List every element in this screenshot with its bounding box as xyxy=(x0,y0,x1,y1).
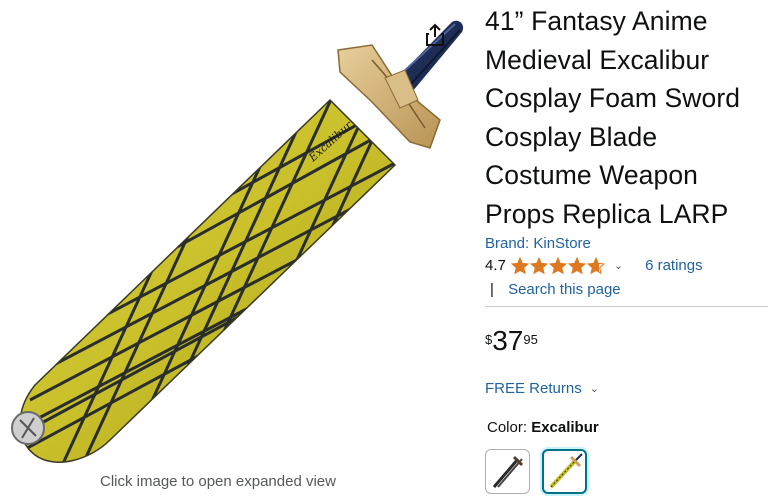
product-image-area[interactable]: Excalibur Click image to open expanded v… xyxy=(0,0,478,502)
product-title: 41” Fantasy Anime Medieval Excalibur Cos… xyxy=(485,6,741,229)
color-label: Color: xyxy=(487,418,528,436)
excalibur-sword-thumbnail-icon xyxy=(549,453,583,489)
price-fraction: 95 xyxy=(523,331,538,347)
color-selection-label: Color: Excalibur xyxy=(485,419,768,436)
separator: | xyxy=(490,280,494,298)
star-icon xyxy=(529,256,548,274)
color-swatch-excalibur[interactable] xyxy=(542,448,587,494)
star-icon xyxy=(510,256,529,274)
free-returns-link[interactable]: FREE Returns ⌄ xyxy=(485,380,768,397)
dark-sword-thumbnail-icon xyxy=(492,456,523,489)
search-this-page-link[interactable]: Search this page xyxy=(508,281,621,298)
color-value: Excalibur xyxy=(531,418,599,436)
product-image[interactable]: Excalibur xyxy=(0,0,478,470)
star-rating[interactable] xyxy=(510,256,605,275)
share-button[interactable] xyxy=(421,21,449,49)
chevron-down-icon[interactable]: ⌄ xyxy=(614,259,623,272)
rating-value: 4.7 xyxy=(485,257,506,275)
ratings-count-link[interactable]: 6 ratings xyxy=(645,257,703,274)
star-icon xyxy=(548,256,567,274)
share-icon xyxy=(426,23,444,46)
product-details: 41” Fantasy Anime Medieval Excalibur Cos… xyxy=(485,0,768,494)
price-whole: 37 xyxy=(492,324,524,356)
chevron-down-icon: ⌄ xyxy=(589,382,599,395)
brand-link[interactable]: Brand: KinStore xyxy=(485,235,768,252)
price: $ 37 95 xyxy=(485,324,768,356)
divider xyxy=(485,305,768,307)
star-icon xyxy=(586,256,605,274)
search-page-row: | Search this page xyxy=(485,281,768,298)
price-symbol: $ xyxy=(485,331,493,347)
star-icon xyxy=(567,256,586,274)
rating-row: 4.7 ⌄ 6 ratings xyxy=(485,255,768,277)
expand-image-caption: Click image to open expanded view xyxy=(100,473,336,490)
color-swatch-dark[interactable] xyxy=(485,448,530,494)
free-returns-label: FREE Returns xyxy=(485,379,582,397)
color-swatches xyxy=(485,448,768,494)
